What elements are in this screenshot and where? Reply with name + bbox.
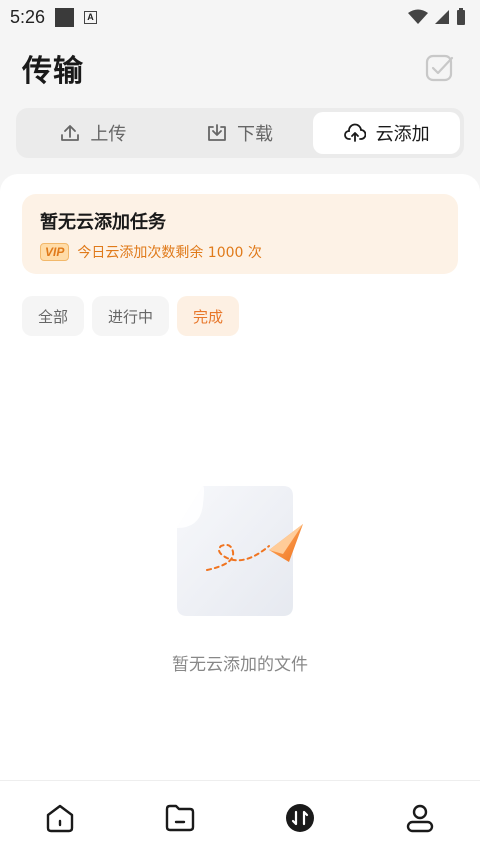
empty-state: 暂无云添加的文件 (0, 474, 480, 675)
tab-cloud-add-label: 云添加 (375, 124, 430, 145)
multi-select-button[interactable] (422, 50, 458, 86)
tab-download-label: 下载 (237, 124, 273, 145)
vip-badge: VIP (40, 243, 70, 261)
tab-upload-label: 上传 (90, 124, 127, 145)
notification-square-icon (55, 7, 75, 27)
filter-in-progress[interactable]: 进行中 (92, 296, 170, 336)
nav-files[interactable] (120, 781, 240, 854)
tab-cloud-add[interactable]: 云添加 (313, 112, 461, 154)
filter-all[interactable]: 全部 (22, 296, 85, 336)
vip-card-title: 暂无云添加任务 (40, 212, 166, 233)
status-filters: 全部 进行中 完成 (22, 296, 240, 336)
filter-completed[interactable]: 完成 (177, 296, 240, 336)
wifi-icon (408, 9, 428, 24)
upload-icon (61, 125, 80, 141)
content-panel: 暂无云添加任务 VIP 今日云添加次数剩余 1000 次 全部 进行中 完成 暂… (0, 174, 480, 780)
status-bar: 5:26 A (0, 0, 480, 34)
transfer-tabs: 上传 下载 云添加 (16, 108, 464, 158)
tab-download[interactable]: 下载 (167, 112, 314, 154)
nav-profile[interactable] (360, 781, 480, 854)
nav-home[interactable] (0, 781, 120, 854)
checkbox-icon (425, 54, 454, 82)
cloud-upload-icon (343, 123, 366, 142)
bottom-nav (0, 780, 480, 854)
header: 传输 (0, 40, 480, 96)
vip-quota-card[interactable]: 暂无云添加任务 VIP 今日云添加次数剩余 1000 次 (22, 194, 458, 274)
transfer-icon (286, 803, 314, 832)
signal-icon (435, 10, 449, 24)
download-icon (208, 124, 226, 141)
battery-icon (457, 8, 465, 25)
tab-upload[interactable]: 上传 (20, 112, 167, 154)
paper-plane-document-icon (177, 486, 303, 616)
home-icon (46, 804, 74, 832)
folder-icon (165, 804, 195, 831)
empty-message: 暂无云添加的文件 (172, 655, 308, 675)
vip-quota-text: 今日云添加次数剩余 1000 次 (77, 245, 262, 261)
page-title: 传输 (22, 54, 84, 89)
status-time: 5:26 (10, 6, 46, 27)
empty-illustration (165, 474, 315, 624)
nav-transfer[interactable] (240, 781, 360, 854)
profile-icon (406, 804, 434, 832)
notification-a-icon: A (84, 10, 98, 24)
